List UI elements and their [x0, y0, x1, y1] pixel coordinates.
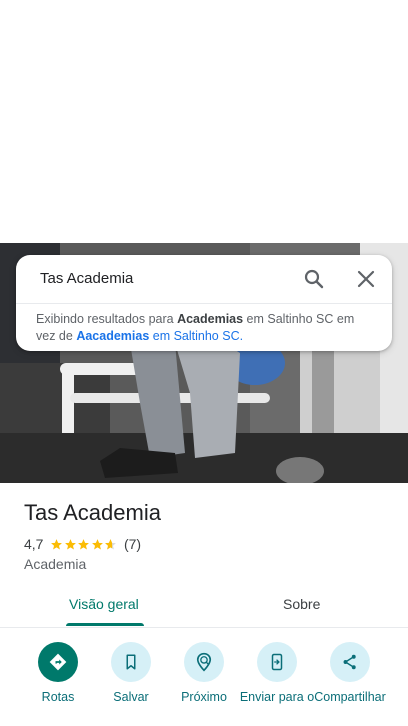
save-label: Salvar	[113, 690, 149, 704]
search-input[interactable]: Tas Academia	[40, 270, 133, 287]
send-to-phone-icon	[257, 642, 297, 682]
send-to-phone-label: Enviar para o	[239, 690, 315, 704]
active-tab-indicator	[66, 623, 144, 626]
search-card: Tas Academia Exibindo resultados para Ac…	[16, 255, 392, 351]
hint-alt-term: Aacademias	[76, 329, 150, 343]
hint-prefix: Exibindo resultados para	[36, 312, 178, 326]
hint-term: Academias	[177, 312, 244, 326]
tab-overview[interactable]: Visão geral	[69, 596, 139, 612]
rating-row[interactable]: 4,7 (7)	[24, 536, 141, 552]
review-count: (7)	[123, 536, 142, 552]
original-query-link[interactable]: Aacademias em Saltinho SC.	[76, 329, 243, 343]
search-icon[interactable]	[302, 267, 326, 291]
star-icon	[65, 538, 76, 549]
share-label: Compartilhar	[314, 690, 386, 704]
star-icon	[92, 538, 103, 549]
star-half-icon	[105, 538, 117, 549]
star-icon	[51, 538, 63, 549]
search-correction-hint: Exibindo resultados para Academias em Sa…	[36, 311, 376, 345]
hint-alt-suffix: em Saltinho SC.	[149, 329, 244, 343]
share-button[interactable]: Compartilhar	[310, 642, 390, 705]
place-category: Academia	[24, 556, 87, 572]
star-icon	[78, 538, 90, 549]
directions-button[interactable]: Rotas	[18, 642, 98, 705]
tab-about[interactable]: Sobre	[283, 596, 320, 612]
tab-bar: Visão geral Sobre	[0, 586, 408, 628]
send-to-phone-button[interactable]: Enviar para o	[237, 642, 317, 705]
close-icon[interactable]	[354, 267, 378, 291]
directions-label: Rotas	[41, 690, 75, 704]
place-title: Tas Academia	[24, 500, 161, 525]
share-icon	[330, 642, 370, 682]
map-blank-area	[0, 0, 408, 243]
rating-value: 4,7	[24, 536, 44, 552]
nearby-icon	[184, 642, 224, 682]
directions-icon	[38, 642, 78, 682]
nearby-button[interactable]: Próximo	[164, 642, 244, 705]
rating-stars	[50, 538, 118, 551]
save-button[interactable]: Salvar	[91, 642, 171, 705]
search-bar[interactable]: Tas Academia	[16, 255, 392, 304]
bookmark-icon	[111, 642, 151, 682]
nearby-label: Próximo	[181, 690, 227, 704]
